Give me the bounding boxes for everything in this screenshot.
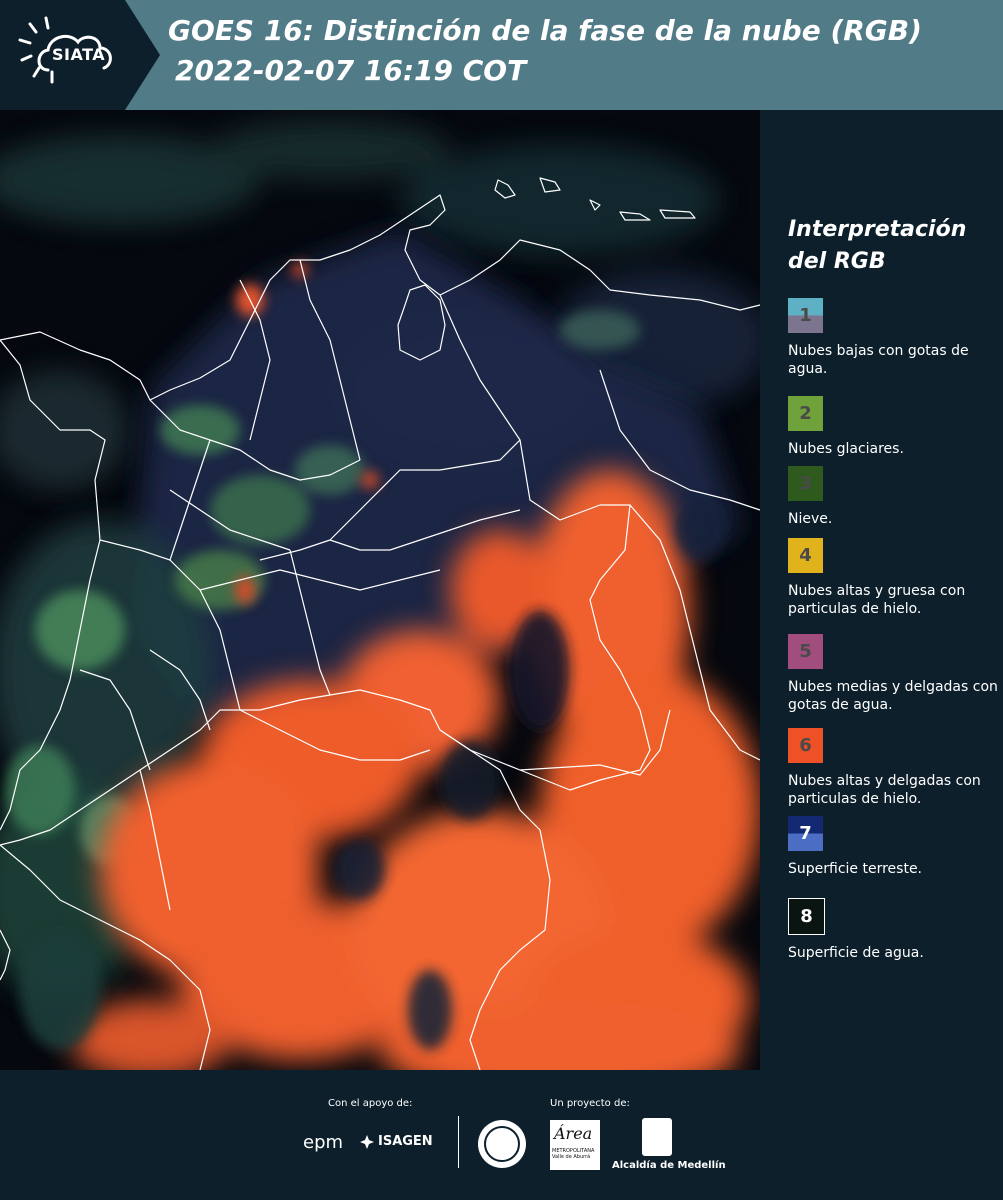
legend-number: 2: [799, 403, 812, 424]
legend-swatch: 5: [788, 634, 823, 669]
legend-item-3: 3 Nieve.: [788, 466, 1000, 528]
gobernacion-seal-icon: [478, 1120, 526, 1168]
legend-description: Superficie terreste.: [788, 861, 923, 877]
legend-number: 6: [799, 735, 812, 756]
legend-number: 7: [799, 823, 812, 844]
legend-item-4: 4 Nubes altas y gruesa con particulas de …: [788, 538, 1000, 618]
medellin-label: Alcaldía de Medellín: [612, 1160, 726, 1171]
area-metropolitana-logo: Área METROPOLITANA Valle de Aburrá: [550, 1120, 600, 1170]
legend-item-7: 7 Superficie terreste.: [788, 816, 1000, 878]
legend-swatch: 7: [788, 816, 823, 851]
page-title: GOES 16: Distinción de la fase de la nub…: [168, 14, 922, 47]
legend-description: Nubes glaciares.: [788, 441, 904, 457]
legend-swatch: 8: [788, 898, 825, 935]
legend-number: 1: [799, 305, 812, 326]
legend-swatch: 6: [788, 728, 823, 763]
legend-swatch: 4: [788, 538, 823, 573]
legend-description: Nubes bajas con gotas de agua.: [788, 343, 969, 377]
legend-number: 5: [799, 641, 812, 662]
legend-number: 3: [799, 473, 812, 494]
legend-item-8: 8 Superficie de agua.: [788, 898, 1000, 962]
project-label: Un proyecto de:: [550, 1098, 630, 1109]
siata-logo: SIATA: [0, 0, 160, 110]
legend-number: 4: [799, 545, 812, 566]
isagen-logo: ISAGEN: [378, 1134, 433, 1149]
legend-item-2: 2 Nubes glaciares.: [788, 396, 1000, 458]
legend-swatch: 1: [788, 298, 823, 333]
header-banner: SIATA GOES 16: Distinción de la fase de …: [0, 0, 1003, 110]
legend-title: Interpretación del RGB: [788, 217, 967, 274]
satellite-image: [0, 110, 760, 1070]
amva-subtitle: METROPOLITANA Valle de Aburrá: [552, 1148, 595, 1160]
medellin-shield-icon: [642, 1118, 672, 1156]
siata-logo-text: SIATA: [52, 45, 106, 64]
epm-logo: epm: [303, 1132, 344, 1153]
footer: Con el apoyo de: Un proyecto de: epm ISA…: [0, 1070, 1003, 1200]
legend-description: Nieve.: [788, 511, 833, 527]
legend-item-6: 6 Nubes altas y delgadas con particulas d…: [788, 728, 1000, 808]
legend-item-1: 1 Nubes bajas con gotas de agua.: [788, 298, 1000, 378]
legend-swatch: 2: [788, 396, 823, 431]
legend-description: Nubes medias y delgadas con gotas de agu…: [788, 679, 998, 713]
footer-divider: [458, 1116, 459, 1168]
support-label: Con el apoyo de:: [328, 1098, 413, 1109]
isagen-icon: [360, 1134, 374, 1149]
legend-description: Nubes altas y delgadas con particulas de…: [788, 773, 981, 807]
page-timestamp: 2022-02-07 16:19 COT: [175, 54, 527, 87]
legend-item-5: 5 Nubes medias y delgadas con gotas de ag…: [788, 634, 1000, 714]
legend-number: 8: [800, 906, 813, 927]
legend-description: Superficie de agua.: [788, 945, 924, 961]
legend-swatch: 3: [788, 466, 823, 501]
legend-panel: Interpretación del RGB 1 Nubes bajas con …: [760, 110, 1003, 1070]
amva-name: Área: [554, 1124, 593, 1143]
legend-description: Nubes altas y gruesa con particulas de h…: [788, 583, 966, 617]
